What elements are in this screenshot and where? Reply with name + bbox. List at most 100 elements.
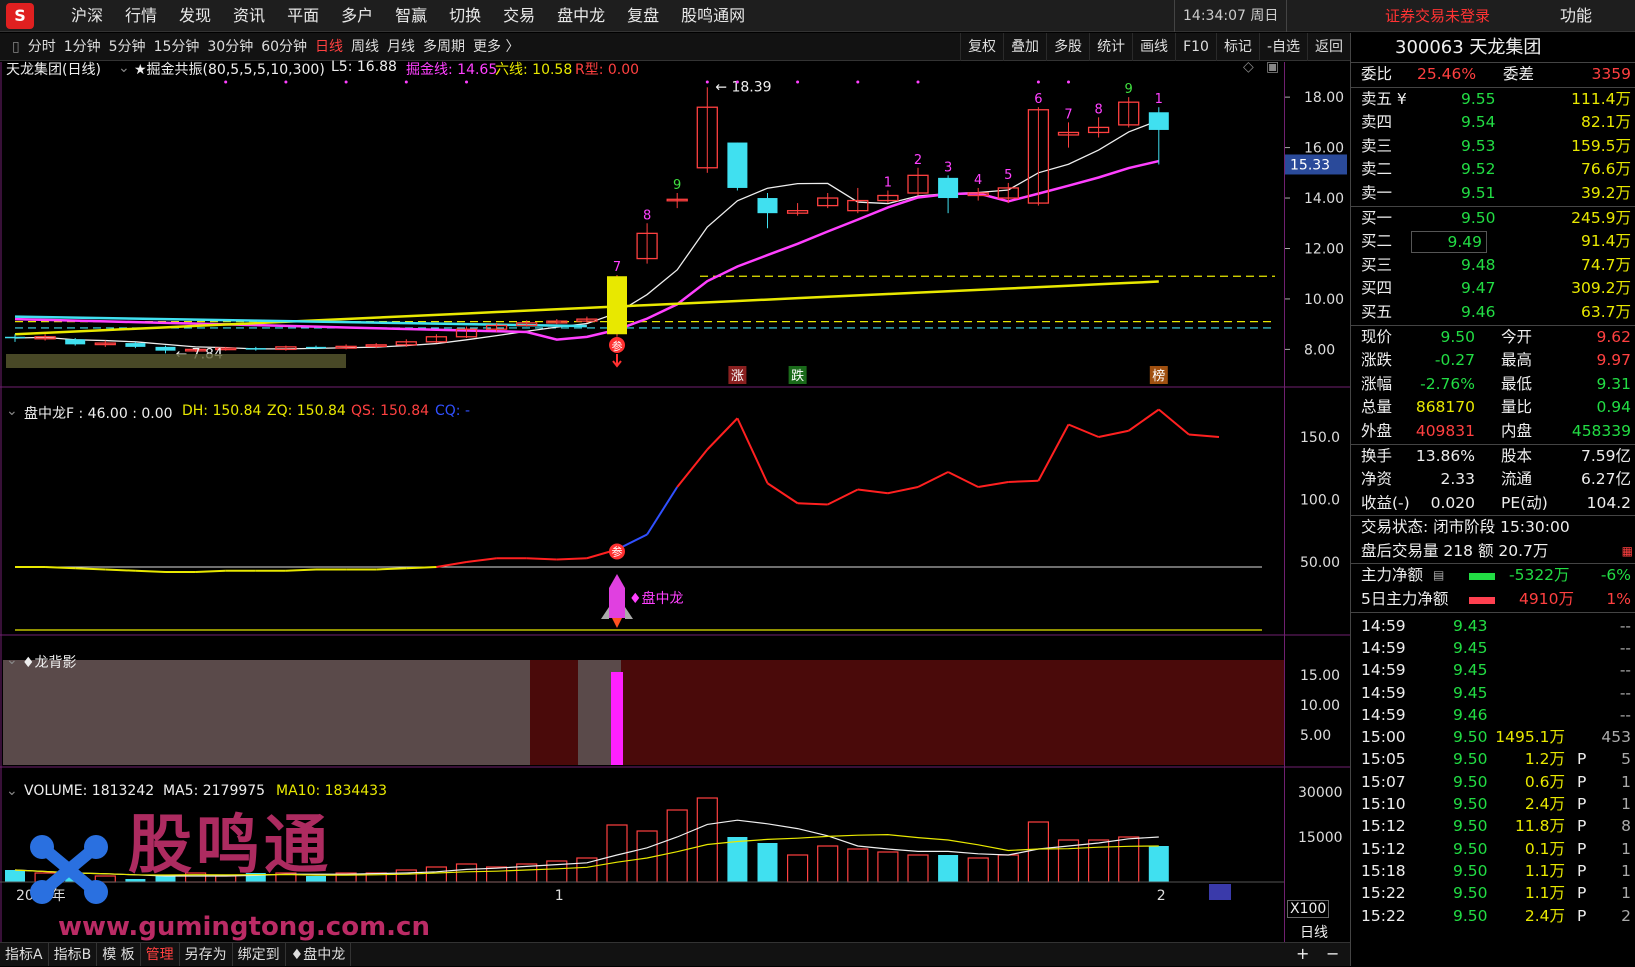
calendar-icon[interactable]: ▦ — [1622, 540, 1633, 564]
ask-price[interactable]: 9.52 — [1461, 158, 1496, 182]
panzhonglong-line-segment — [676, 448, 709, 488]
tick-flag: P — [1577, 817, 1587, 836]
function-menu[interactable]: 功能 — [1560, 0, 1592, 32]
tick-price: 9.45 — [1453, 638, 1488, 657]
bid-price[interactable]: 9.50 — [1461, 207, 1496, 231]
info-icon[interactable]: ▤ — [1433, 564, 1444, 588]
chevron-down-icon[interactable]: ⌄ — [6, 403, 18, 419]
menu-item[interactable]: 行情 — [114, 0, 168, 32]
indicator-tab[interactable]: 模 板 — [97, 943, 141, 966]
zoom-in-button[interactable]: + — [1296, 944, 1309, 963]
menu-item[interactable]: 盘中龙 — [546, 0, 616, 32]
tool-button[interactable]: 统计 — [1089, 33, 1132, 61]
indicator-tabs: 指标A 指标B 模 板管理 另存为 绑定到 ♦盘中龙 — [0, 942, 1350, 966]
menu-item[interactable]: 资讯 — [222, 0, 276, 32]
panzhonglong-line-segment — [917, 471, 949, 488]
ask-price[interactable]: 9.53 — [1461, 135, 1496, 159]
panzhonglong-line-segment — [45, 566, 76, 570]
ask-price[interactable]: 9.54 — [1461, 111, 1496, 135]
bid-book: 买一 9.50 245.9万 买二 9.49 91.4万 买三 9.48 74.7万 买四 9.47… — [1351, 207, 1635, 325]
period-tab[interactable]: 日线 — [311, 33, 347, 61]
bid-price[interactable]: 9.48 — [1461, 254, 1496, 278]
tool-button[interactable]: 多股 — [1046, 33, 1089, 61]
tool-button[interactable]: 返回 — [1307, 33, 1350, 61]
period-tab[interactable]: 多周期 — [419, 33, 469, 61]
tool-button[interactable]: 叠加 — [1003, 33, 1046, 61]
bid-price[interactable]: 9.49 — [1411, 231, 1487, 254]
period-tab[interactable]: 分时 — [24, 33, 60, 61]
blurred-band — [6, 354, 346, 368]
panzhonglong-line-segment — [646, 486, 679, 536]
signal-dot — [465, 80, 468, 84]
period-tab[interactable]: 5分钟 — [105, 33, 150, 61]
ask-label: 卖二 — [1361, 160, 1393, 179]
volume-bar — [1118, 836, 1140, 883]
chevron-down-icon[interactable]: ⌄ — [6, 783, 18, 799]
indicator-tab[interactable]: 指标A — [0, 943, 49, 966]
panzhonglong-line-segment — [978, 481, 1009, 488]
chevron-down-icon[interactable]: ⌄ — [118, 60, 130, 76]
tool-button[interactable]: 标记 — [1215, 33, 1259, 61]
tick-count: 8 — [1621, 817, 1631, 836]
indicator-tab[interactable]: 指标B — [49, 943, 98, 966]
period-tab[interactable]: 月线 — [383, 33, 419, 61]
period-tab[interactable]: 15分钟 — [150, 33, 204, 61]
app-logo[interactable]: S — [6, 3, 34, 29]
stock-title[interactable]: 300063 天龙集团 — [1351, 33, 1635, 63]
tdseq-count: 7 — [613, 260, 621, 275]
diamond-icon[interactable]: ◇ — [1243, 59, 1254, 75]
menu-item[interactable]: 智赢 — [384, 0, 438, 32]
menu-item[interactable]: 平面 — [276, 0, 330, 32]
tool-button[interactable]: F10 — [1175, 33, 1216, 61]
menu-item[interactable]: 发现 — [168, 0, 222, 32]
indicator-tab[interactable]: ♦盘中龙 — [286, 943, 352, 966]
menu-item[interactable]: 复盘 — [616, 0, 670, 32]
chart-area[interactable]: 18.00 16.00 14.00 12.00 10.00 8.00 7 8 9 2 3 4 5 6 7 8 9… — [0, 59, 1350, 942]
bid-price[interactable]: 9.47 — [1461, 277, 1496, 301]
stat-label: 内盘 — [1501, 421, 1533, 440]
tick-volume: 1.1万 — [1524, 884, 1565, 903]
stat-value: 9.62 — [1596, 327, 1631, 346]
main-menu: 沪深 行情 发现 资讯 平面 多户 智赢 切换 交易 盘中龙 复盘 股鸣通网 — [60, 0, 756, 32]
ask-price[interactable]: 9.51 — [1461, 182, 1496, 206]
sub1-y-tick: 100.0 — [1300, 493, 1340, 509]
sidebar-toggle-icon[interactable]: ▯ — [8, 33, 24, 61]
menu-item[interactable]: 股鸣通网 — [670, 0, 756, 32]
period-tab[interactable]: 1分钟 — [60, 33, 105, 61]
tick-count: 1 — [1621, 839, 1631, 858]
current-price-label: 15.33 — [1290, 157, 1330, 173]
tick-price: 9.50 — [1453, 750, 1488, 769]
tick-flag: P — [1577, 795, 1587, 814]
zoom-out-button[interactable]: − — [1326, 944, 1339, 963]
indicator-tab[interactable]: 另存为 — [180, 943, 233, 966]
tool-button[interactable]: -自选 — [1258, 33, 1307, 61]
tick-row: 14:59 9.45 -- — [1351, 637, 1635, 659]
stat-label: PE(动) — [1501, 493, 1548, 512]
menu-item[interactable]: 切换 — [438, 0, 492, 32]
tick-price: 9.50 — [1453, 728, 1488, 747]
tool-button[interactable]: 画线 — [1132, 33, 1175, 61]
menu-item[interactable]: 沪深 — [60, 0, 114, 32]
volume-bar — [967, 857, 989, 883]
indicator-tab[interactable]: 绑定到 — [233, 943, 286, 966]
tick-volume: 1.1万 — [1524, 861, 1565, 880]
indicator-name[interactable]: ★掘金共振(80,5,5,5,10,300) — [134, 59, 325, 79]
tick-row: 15:12 9.50 0.1万 P 1 — [1351, 838, 1635, 860]
tick-list[interactable]: 14:59 9.43 -- 14:59 9.45 -- 14:59 9.45 -- 14:59 9.… — [1351, 613, 1635, 927]
menu-item[interactable]: 交易 — [492, 0, 546, 32]
period-tab[interactable]: 周线 — [347, 33, 383, 61]
menu-item[interactable]: 多户 — [330, 0, 384, 32]
window-icon[interactable]: ▣ — [1266, 59, 1279, 75]
indicator-tab[interactable]: 管理 — [141, 943, 180, 966]
period-tab[interactable]: 60分钟 — [257, 33, 311, 61]
ask-volume: 39.2万 — [1580, 183, 1631, 202]
ask-price[interactable]: 9.55 — [1461, 88, 1496, 112]
tool-button[interactable]: 复权 — [960, 33, 1003, 61]
period-tab[interactable]: 更多 〉 — [469, 33, 523, 61]
arrow-up-icon — [612, 354, 622, 368]
period-tab[interactable]: 30分钟 — [203, 33, 257, 61]
tick-price: 9.50 — [1453, 839, 1488, 858]
trade-login-status[interactable]: 证券交易未登录 — [1385, 0, 1490, 32]
bid-price[interactable]: 9.46 — [1461, 301, 1496, 325]
chevron-down-icon[interactable]: ⌄ — [6, 652, 18, 668]
